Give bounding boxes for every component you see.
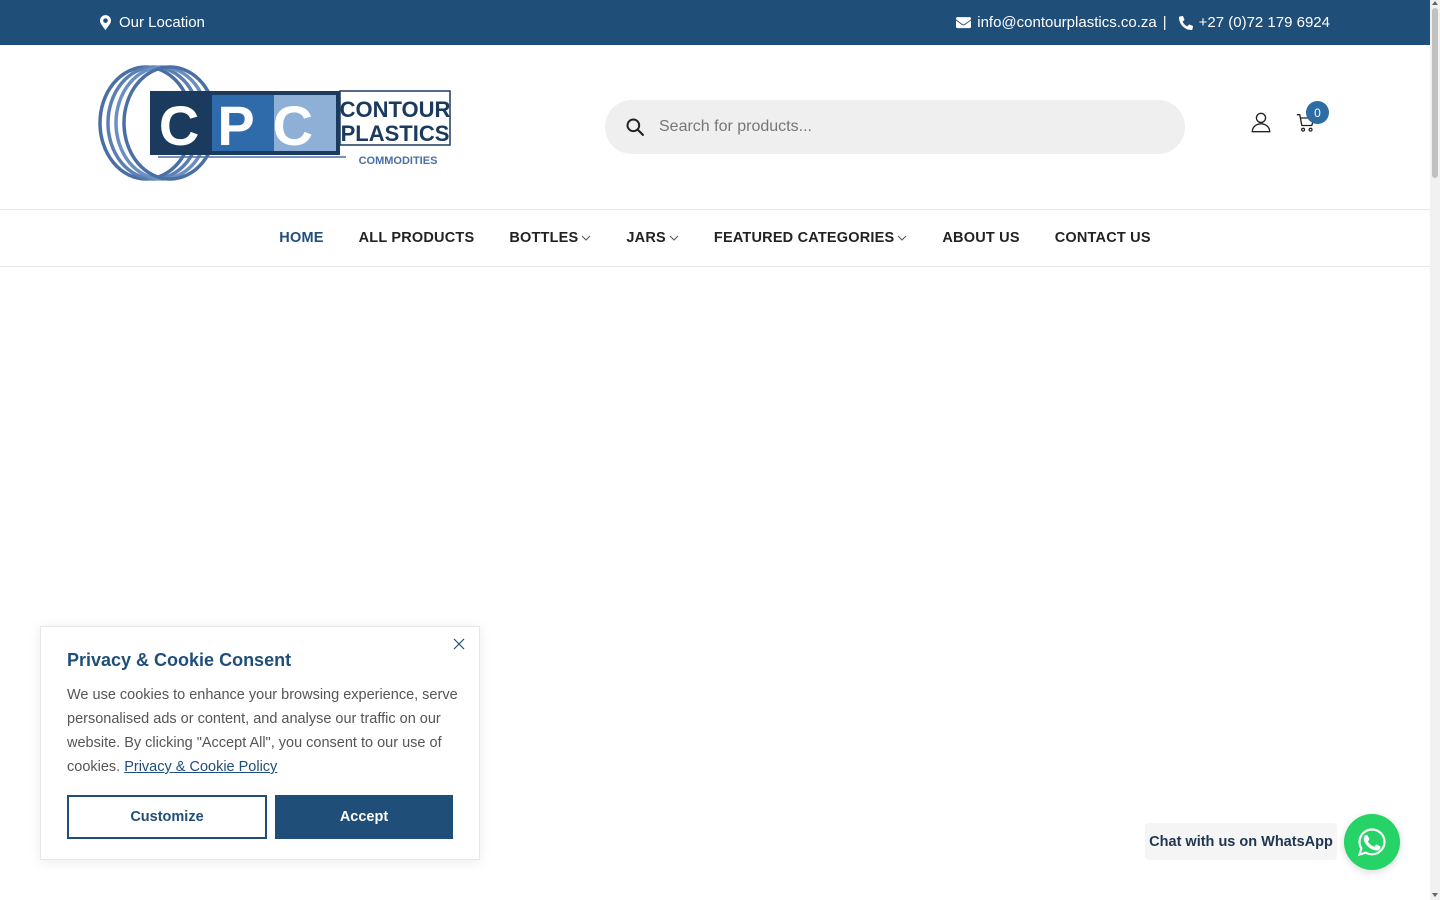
nav-item-all-products[interactable]: ALL PRODUCTS (359, 230, 475, 246)
cookie-consent-dialog: Privacy & Cookie Consent We use cookies … (40, 626, 480, 860)
logo-line2: PLASTICS (341, 121, 450, 146)
nav-item-label: HOME (279, 230, 324, 246)
main-navigation: HOME ALL PRODUCTS BOTTLES JARS FEATURED … (0, 210, 1430, 267)
scrollbar-thumb[interactable] (1432, 8, 1438, 178)
contact-info: info@contourplastics.co.za | +27 (0)72 1… (956, 0, 1330, 45)
map-pin-icon (100, 15, 111, 30)
cart-count-badge: 0 (1306, 101, 1329, 124)
search-icon[interactable] (625, 117, 645, 137)
chevron-down-icon (669, 235, 679, 241)
nav-item-featured-categories[interactable]: FEATURED CATEGORIES (714, 230, 908, 246)
privacy-policy-link[interactable]: Privacy & Cookie Policy (124, 759, 277, 775)
cookie-title: Privacy & Cookie Consent (67, 650, 292, 670)
search-input[interactable] (659, 118, 1139, 136)
nav-item-bottles[interactable]: BOTTLES (509, 230, 591, 246)
logo-line3: COMMODITIES (359, 155, 438, 167)
chevron-down-icon (582, 235, 591, 241)
chevron-down-icon (898, 235, 907, 241)
customize-button[interactable]: Customize (67, 795, 267, 839)
product-search-bar (605, 100, 1185, 154)
email-link[interactable]: info@contourplastics.co.za (977, 14, 1156, 31)
phone-icon (1178, 15, 1193, 30)
nav-item-contact-us[interactable]: CONTACT US (1055, 230, 1151, 246)
cpc-logo[interactable]: CPC CONTOUR PLASTICS COMMODITIES (98, 65, 452, 183)
site-header: CPC CONTOUR PLASTICS COMMODITIES 0 (0, 45, 1430, 210)
envelope-icon (956, 16, 972, 28)
nav-item-about-us[interactable]: ABOUT US (942, 230, 1019, 246)
nav-item-label: JARS (626, 230, 666, 246)
nav-item-label: ALL PRODUCTS (358, 230, 475, 246)
nav-item-label: ABOUT US (942, 230, 1020, 246)
account-icon[interactable] (1250, 111, 1272, 133)
page-scrollbar[interactable] (1430, 0, 1440, 900)
logo-initials: CPC (159, 94, 331, 157)
cookie-body: We use cookies to enhance your browsing … (67, 683, 462, 779)
scroll-down-arrow-icon[interactable] (1432, 893, 1438, 897)
nav-item-label: FEATURED CATEGORIES (713, 230, 895, 246)
phone-link[interactable]: +27 (0)72 179 6924 (1199, 14, 1330, 31)
logo-line1: CONTOUR (340, 97, 451, 122)
nav-item-jars[interactable]: JARS (626, 230, 679, 246)
scroll-up-arrow-icon[interactable] (1432, 1, 1438, 5)
location-link[interactable]: Our Location (100, 0, 205, 45)
location-label: Our Location (119, 14, 205, 31)
nav-item-label: BOTTLES (509, 230, 579, 246)
whatsapp-chat-label[interactable]: Chat with us on WhatsApp (1145, 823, 1337, 860)
whatsapp-icon (1357, 828, 1386, 857)
accept-button[interactable]: Accept (275, 795, 453, 839)
nav-item-home[interactable]: HOME (279, 230, 323, 246)
top-bar: Our Location info@contourplastics.co.za … (0, 0, 1430, 45)
whatsapp-button[interactable] (1344, 814, 1400, 870)
nav-item-label: CONTACT US (1054, 230, 1151, 246)
close-icon[interactable] (453, 638, 465, 650)
contact-separator: | (1162, 14, 1167, 31)
